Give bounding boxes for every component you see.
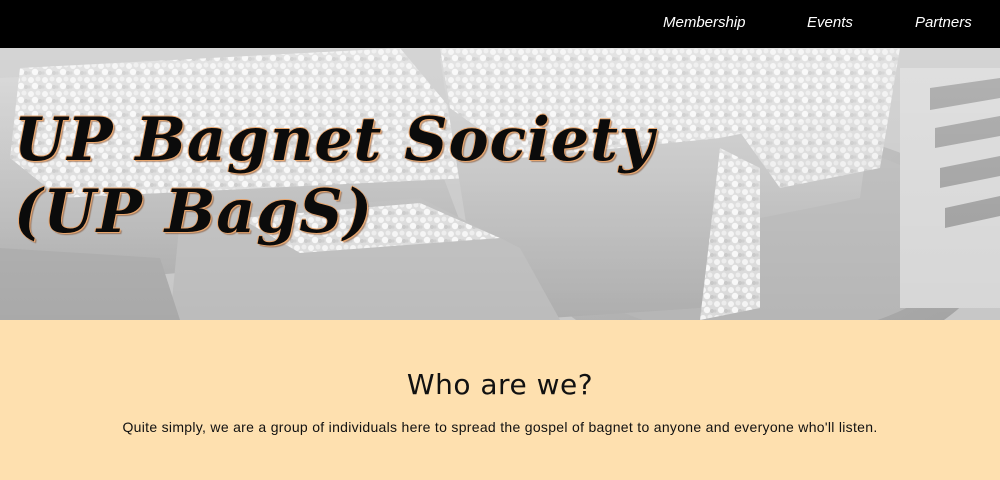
- top-navigation-bar: Membership Events Partners: [0, 0, 1000, 48]
- site-title-line-2: (UP BagS): [14, 177, 373, 247]
- about-heading: Who are we?: [406, 368, 594, 401]
- nav-link-events[interactable]: Events: [807, 14, 853, 32]
- nav-link-partners[interactable]: Partners: [915, 14, 972, 32]
- site-title: UP Bagnet Society (UP BagS): [14, 104, 654, 248]
- about-description: Quite simply, we are a group of individu…: [122, 419, 878, 435]
- site-title-line-1: UP Bagnet Society: [14, 105, 655, 175]
- nav-link-membership[interactable]: Membership: [663, 14, 746, 32]
- hero-banner: UP Bagnet Society (UP BagS): [0, 48, 1000, 320]
- about-section: Who are we? Quite simply, we are a group…: [0, 320, 1000, 480]
